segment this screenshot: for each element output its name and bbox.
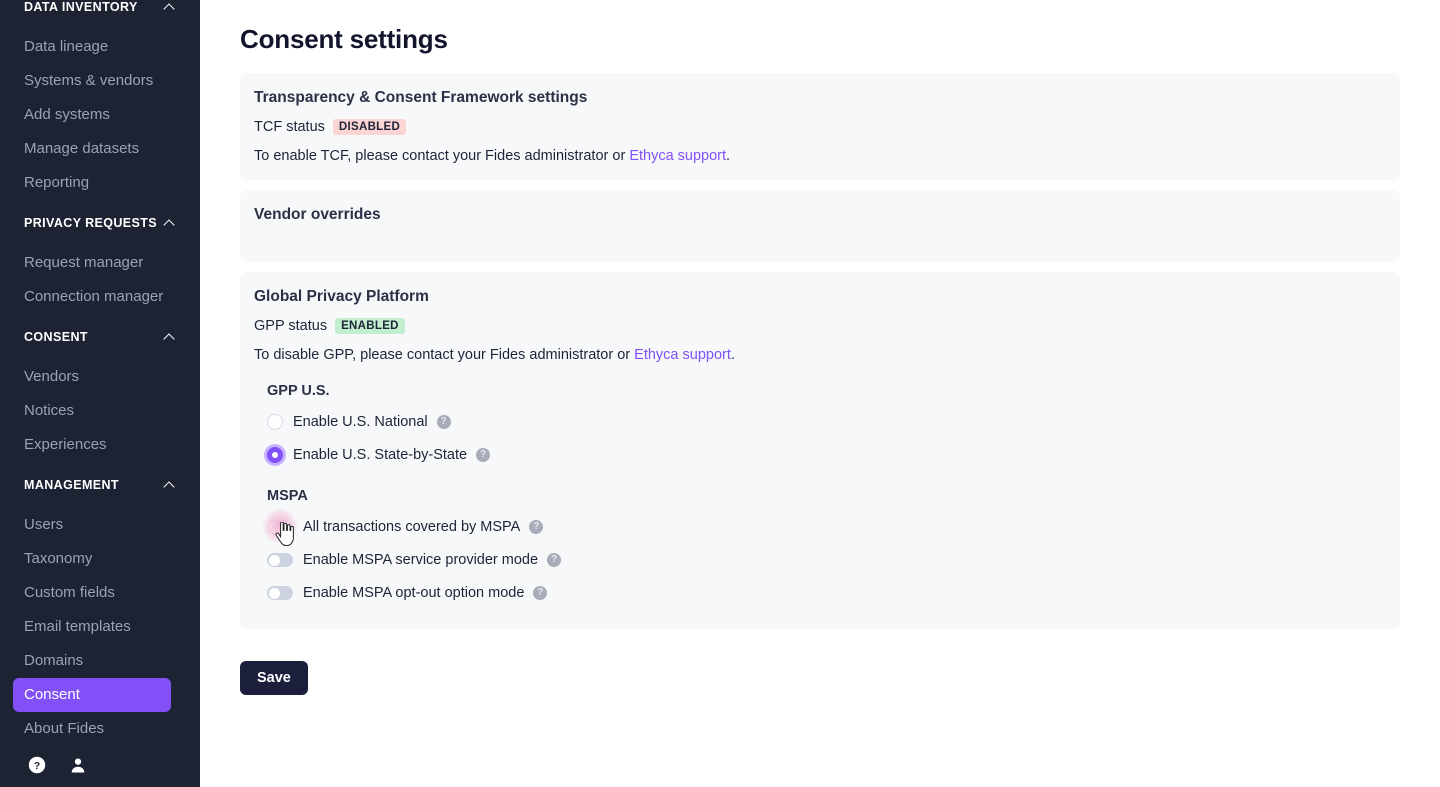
sidebar-item-vendors[interactable]: Vendors xyxy=(0,360,200,394)
global-privacy-platform-card: Global Privacy Platform GPP status ENABL… xyxy=(240,272,1400,629)
tcf-status-badge: DISABLED xyxy=(332,119,407,135)
toggle-row-all-transactions-mspa[interactable]: All transactions covered by MSPA ? xyxy=(263,509,1386,546)
chevron-up-icon xyxy=(164,217,176,229)
sidebar-item-experiences[interactable]: Experiences xyxy=(0,428,200,462)
tcf-status-row: TCF status DISABLED xyxy=(254,119,1386,135)
nav-group-label: MANAGEMENT xyxy=(24,478,119,492)
ethyca-support-link[interactable]: Ethyca support xyxy=(634,347,731,363)
toggle-mspa-service-provider-mode[interactable] xyxy=(267,553,293,567)
sidebar-scroll-area[interactable]: DATA INVENTORY Data lineage Systems & ve… xyxy=(0,0,200,787)
sidebar-item-consent[interactable]: Consent xyxy=(13,678,171,712)
tcf-status-label: TCF status xyxy=(254,119,325,135)
mspa-section-title: MSPA xyxy=(267,488,308,504)
vendor-overrides-card-title: Vendor overrides xyxy=(254,206,381,223)
radio-label-us-national: Enable U.S. National xyxy=(293,414,428,430)
page-title: Consent settings xyxy=(240,24,448,54)
tcf-settings-card: Transparency & Consent Framework setting… xyxy=(240,73,1400,180)
question-mark-icon[interactable]: ? xyxy=(533,586,548,600)
save-button[interactable]: Save xyxy=(240,661,308,695)
help-circle-icon[interactable]: ? xyxy=(28,756,46,774)
gpp-status-badge: ENABLED xyxy=(335,318,405,334)
nav-group-label: PRIVACY REQUESTS xyxy=(24,216,158,230)
nav-group-label: DATA INVENTORY xyxy=(24,0,138,14)
radio-row-us-state-by-state[interactable]: Enable U.S. State-by-State ? xyxy=(267,442,1386,468)
sidebar-item-custom-fields[interactable]: Custom fields xyxy=(0,576,200,610)
radio-us-state-by-state[interactable] xyxy=(267,447,283,463)
main-content: Consent settings Transparency & Consent … xyxy=(200,0,1440,787)
sidebar-item-add-systems[interactable]: Add systems xyxy=(0,98,200,132)
gpp-us-section-title: GPP U.S. xyxy=(267,383,330,399)
sidebar-item-reporting[interactable]: Reporting xyxy=(0,166,200,200)
gpp-card-title: Global Privacy Platform xyxy=(254,288,429,305)
vendor-overrides-card: Vendor overrides xyxy=(240,190,1400,262)
gpp-status-label: GPP status xyxy=(254,318,328,334)
toggle-label-mspa-service-provider-mode: Enable MSPA service provider mode xyxy=(303,552,539,568)
sidebar-item-notices[interactable]: Notices xyxy=(0,394,200,428)
toggle-row-mspa-service-provider-mode[interactable]: Enable MSPA service provider mode ? xyxy=(267,547,1386,573)
sidebar-item-data-lineage[interactable]: Data lineage xyxy=(0,30,200,64)
question-mark-icon[interactable]: ? xyxy=(529,520,544,534)
ethyca-support-link[interactable]: Ethyca support xyxy=(629,148,726,164)
sidebar-item-about-fides[interactable]: About Fides xyxy=(0,712,200,746)
tcf-help-prefix: To enable TCF, please contact your Fides… xyxy=(254,148,630,164)
toggle-label-mspa-opt-out-option-mode: Enable MSPA opt-out option mode xyxy=(303,585,525,601)
app-root: DATA INVENTORY Data lineage Systems & ve… xyxy=(0,0,1440,787)
gpp-help-suffix: . xyxy=(730,347,735,363)
sidebar-item-domains[interactable]: Domains xyxy=(0,644,200,678)
sidebar-item-connection-manager[interactable]: Connection manager xyxy=(0,280,200,314)
tcf-help-suffix: . xyxy=(726,148,731,164)
radio-row-us-national[interactable]: Enable U.S. National ? xyxy=(267,409,1386,435)
nav-group-data-inventory[interactable]: DATA INVENTORY xyxy=(0,0,200,22)
toggle-knob xyxy=(268,554,280,566)
gpp-help-text: To disable GPP, please contact your Fide… xyxy=(254,347,1386,363)
sidebar-item-taxonomy[interactable]: Taxonomy xyxy=(0,542,200,576)
sidebar-item-users[interactable]: Users xyxy=(0,508,200,542)
toggle-mspa-opt-out-option-mode[interactable] xyxy=(267,586,293,600)
nav-group-management[interactable]: MANAGEMENT xyxy=(0,470,200,500)
gpp-help-prefix: To disable GPP, please contact your Fide… xyxy=(254,347,635,363)
question-mark-icon[interactable]: ? xyxy=(476,448,491,462)
toggle-row-mspa-opt-out-option-mode[interactable]: Enable MSPA opt-out option mode ? xyxy=(267,580,1386,606)
question-mark-icon[interactable]: ? xyxy=(436,415,451,429)
toggle-all-transactions-mspa[interactable] xyxy=(267,520,293,534)
tcf-help-text: To enable TCF, please contact your Fides… xyxy=(254,148,1386,164)
radio-us-national[interactable] xyxy=(267,414,283,430)
chevron-up-icon xyxy=(164,479,176,491)
toggle-label-all-transactions-mspa: All transactions covered by MSPA xyxy=(303,519,521,535)
toggle-knob xyxy=(268,587,280,599)
tcf-card-title: Transparency & Consent Framework setting… xyxy=(254,89,588,106)
svg-text:?: ? xyxy=(34,760,40,772)
sidebar-item-manage-datasets[interactable]: Manage datasets xyxy=(0,132,200,166)
toggle-knob xyxy=(268,521,280,533)
question-mark-icon[interactable]: ? xyxy=(547,553,562,567)
sidebar-item-systems-vendors[interactable]: Systems & vendors xyxy=(0,64,200,98)
radio-label-us-state-by-state: Enable U.S. State-by-State xyxy=(293,447,468,463)
nav-group-label: CONSENT xyxy=(24,330,88,344)
sidebar-item-email-templates[interactable]: Email templates xyxy=(0,610,200,644)
sidebar-footer: ? xyxy=(0,756,200,774)
chevron-up-icon xyxy=(164,1,176,13)
nav-group-privacy-requests[interactable]: PRIVACY REQUESTS xyxy=(0,208,200,238)
nav-group-consent[interactable]: CONSENT xyxy=(0,322,200,352)
user-account-icon[interactable] xyxy=(69,756,87,774)
sidebar-item-request-manager[interactable]: Request manager xyxy=(0,246,200,280)
gpp-status-row: GPP status ENABLED xyxy=(254,318,1386,334)
sidebar: DATA INVENTORY Data lineage Systems & ve… xyxy=(0,0,200,787)
chevron-up-icon xyxy=(164,331,176,343)
